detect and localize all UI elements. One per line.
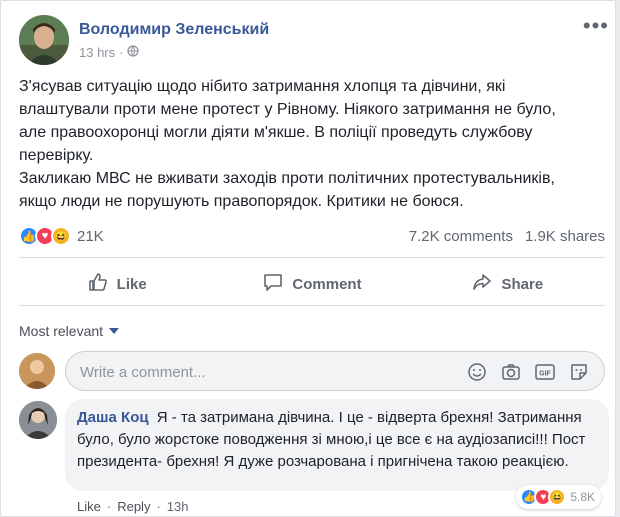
comment-reactions[interactable]: 👍 ♥ 😆 5.8K bbox=[516, 485, 601, 509]
sort-label: Most relevant bbox=[19, 323, 104, 339]
reactions-bar: 👍 ♥ 😆 21K 7.2K comments 1.9K shares bbox=[19, 225, 605, 247]
comment-reply-link[interactable]: Reply bbox=[117, 499, 150, 514]
divider bbox=[19, 305, 605, 306]
comment-like-link[interactable]: Like bbox=[77, 499, 101, 514]
sort-dropdown[interactable]: Most relevant bbox=[19, 323, 120, 339]
post-actions: Like Comment Share bbox=[19, 265, 605, 303]
separator: · bbox=[106, 499, 112, 514]
comment-label: Comment bbox=[292, 275, 362, 293]
comment-author[interactable]: Даша Коц bbox=[77, 409, 149, 426]
shares-count[interactable]: 1.9K shares bbox=[525, 228, 605, 245]
haha-reaction-icon: 😆 bbox=[548, 488, 567, 506]
share-label: Share bbox=[501, 275, 544, 293]
composer-tools: GIF bbox=[466, 361, 590, 383]
haha-reaction-icon: 😆 bbox=[51, 226, 71, 246]
thumbs-up-icon bbox=[87, 271, 109, 297]
author-name[interactable]: Володимир Зеленський bbox=[79, 21, 269, 39]
post-text-line: З'ясував ситуацію щодо нібито затримання… bbox=[19, 78, 506, 95]
commenter-avatar[interactable] bbox=[19, 401, 57, 439]
comment-reaction-count: 5.8K bbox=[570, 490, 595, 504]
more-icon[interactable]: ••• bbox=[583, 15, 609, 37]
comment-footer: Like · Reply · 13h bbox=[77, 499, 189, 514]
post-text: З'ясував ситуацію щодо нібито затримання… bbox=[19, 75, 609, 213]
comment-text: Я - та затримана дівчина. І це - відверт… bbox=[77, 409, 586, 470]
svg-text:GIF: GIF bbox=[539, 371, 551, 378]
post-text-line: але правоохоронці могли діяти м'якше. В … bbox=[19, 124, 533, 141]
post-header: Володимир Зеленський 13 hrs · ••• bbox=[19, 15, 609, 65]
globe-icon bbox=[127, 45, 140, 60]
like-button[interactable]: Like bbox=[19, 265, 214, 303]
like-label: Like bbox=[116, 275, 147, 293]
comment-time[interactable]: 13h bbox=[167, 499, 189, 514]
reaction-summary[interactable]: 👍 ♥ 😆 21K bbox=[19, 226, 104, 246]
post-text-line: якщо люди не порушують правопорядок. Кри… bbox=[19, 193, 464, 210]
reaction-count: 21K bbox=[77, 227, 104, 245]
sticker-icon[interactable] bbox=[568, 361, 590, 383]
post-meta: 13 hrs · bbox=[79, 45, 140, 60]
comment-bubble: Даша Коц Я - та затримана дівчина. І це … bbox=[65, 399, 609, 491]
share-icon bbox=[471, 271, 493, 297]
author-avatar[interactable] bbox=[19, 15, 69, 65]
divider bbox=[19, 257, 605, 258]
comment-icon bbox=[262, 271, 284, 297]
post-text-line: влаштували проти мене протест у Рівному.… bbox=[19, 101, 556, 118]
post-card: Володимир Зеленський 13 hrs · ••• З'ясув… bbox=[0, 0, 616, 517]
current-user-avatar bbox=[19, 353, 55, 389]
comment-composer: GIF bbox=[65, 351, 605, 391]
emoji-icon[interactable] bbox=[466, 361, 488, 383]
camera-icon[interactable] bbox=[500, 361, 522, 383]
post-text-line: перевірку. bbox=[19, 147, 94, 164]
chevron-down-icon bbox=[109, 328, 120, 334]
comments-count[interactable]: 7.2K comments bbox=[409, 228, 513, 245]
share-button[interactable]: Share bbox=[410, 265, 605, 303]
post-text-line: Закликаю МВС не вживати заходів проти по… bbox=[19, 170, 555, 187]
separator: · bbox=[156, 499, 161, 514]
gif-icon[interactable]: GIF bbox=[534, 361, 556, 383]
post-time[interactable]: 13 hrs bbox=[79, 45, 115, 60]
comment-input[interactable] bbox=[80, 361, 460, 383]
engagement-counts: 7.2K comments 1.9K shares bbox=[409, 228, 605, 245]
comment-button[interactable]: Comment bbox=[214, 265, 409, 303]
